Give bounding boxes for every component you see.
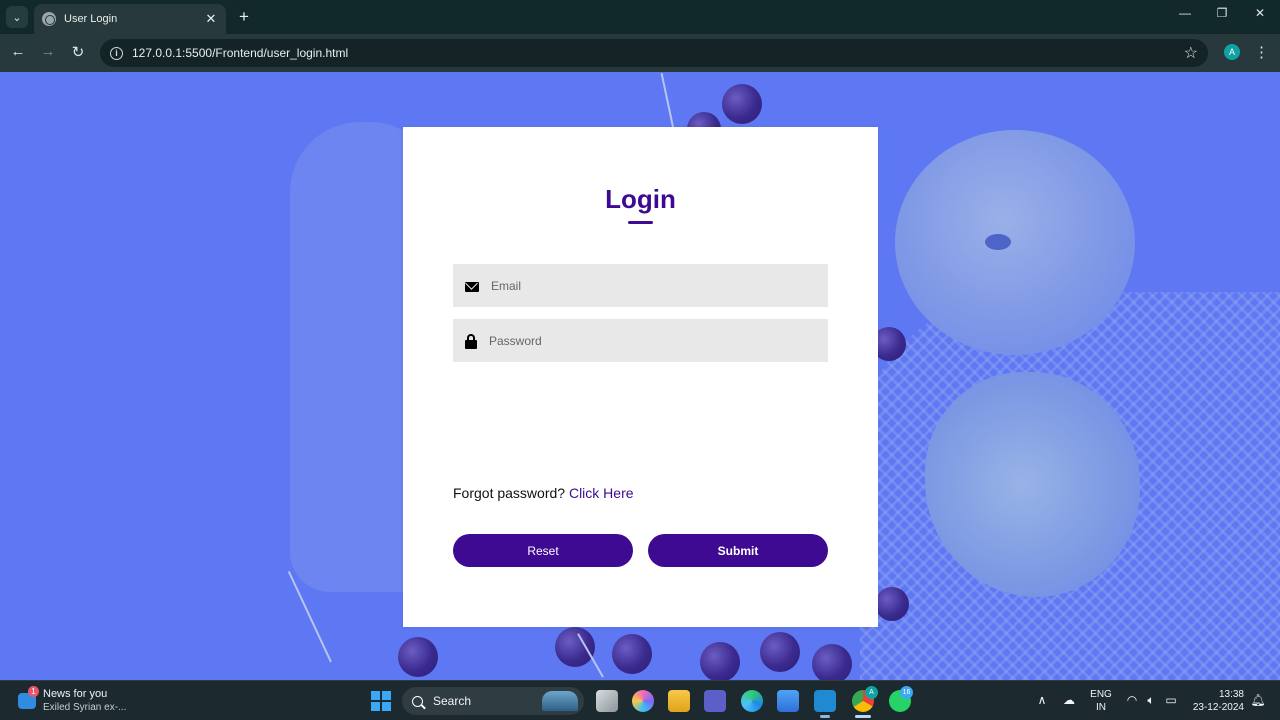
vscode-icon[interactable]	[814, 690, 836, 712]
browser-menu-icon[interactable]: ⋮	[1254, 43, 1269, 61]
globe-icon	[42, 12, 56, 26]
clock-date: 23-12-2024	[1192, 702, 1244, 713]
wifi-icon[interactable]: ◠	[1124, 693, 1140, 707]
background-cherry	[555, 627, 595, 667]
microsoft-store-icon[interactable]	[777, 690, 799, 712]
close-window-icon[interactable]: ✕	[1250, 6, 1270, 20]
address-bar[interactable]: i 127.0.0.1:5500/Frontend/user_login.htm…	[100, 39, 1208, 67]
onedrive-icon[interactable]: ☁	[1061, 693, 1077, 707]
forgot-password-text: Forgot password?	[453, 485, 566, 501]
news-badge: 1	[28, 686, 39, 697]
search-label: Search	[433, 694, 472, 708]
system-clock[interactable]: 13:38 23-12-2024	[1192, 688, 1244, 714]
background-cherry	[612, 634, 652, 674]
minimize-window-icon[interactable]: —	[1175, 6, 1195, 20]
chrome-active-indicator	[855, 715, 871, 718]
background-cherry	[722, 84, 762, 124]
notification-bell-icon[interactable]: 🔔︎	[1250, 693, 1266, 707]
envelope-icon	[465, 281, 479, 292]
forgot-password-link[interactable]: Click Here	[569, 485, 634, 501]
taskbar-search-box[interactable]: Search	[402, 687, 584, 715]
profile-avatar[interactable]: A	[1224, 44, 1240, 60]
region-code: IN	[1096, 702, 1106, 713]
background-apple	[925, 372, 1140, 597]
login-card: Login Forgot password? Click Here Reset …	[403, 127, 878, 627]
background-apple-stem	[985, 234, 1011, 250]
reload-icon[interactable]: ↻	[68, 43, 88, 61]
page-background: Login Forgot password? Click Here Reset …	[0, 72, 1280, 680]
restore-window-icon[interactable]: ❐	[1212, 6, 1232, 20]
reset-button[interactable]: Reset	[453, 534, 633, 567]
background-cherry	[875, 587, 909, 621]
taskbar: 1 News for you Exiled Syrian ex-... Sear…	[0, 680, 1280, 720]
lock-icon	[465, 333, 477, 349]
background-cherry	[700, 642, 740, 680]
bookmark-star-icon[interactable]: ☆	[1184, 43, 1198, 63]
password-field[interactable]	[453, 319, 828, 362]
language-indicator[interactable]: ENG IN	[1090, 688, 1112, 714]
windows-start-icon[interactable]	[371, 691, 391, 711]
close-tab-icon[interactable]: ✕	[204, 11, 218, 27]
volume-icon[interactable]: 🔈︎	[1143, 693, 1159, 707]
site-info-icon[interactable]: i	[110, 46, 123, 60]
email-field[interactable]	[453, 264, 828, 307]
forward-arrow-icon[interactable]: →	[38, 43, 58, 60]
news-widget-title[interactable]: News for you	[43, 688, 107, 700]
url-text: 127.0.0.1:5500/Frontend/user_login.html	[132, 46, 349, 60]
vscode-running-indicator	[820, 715, 830, 718]
background-cherry	[760, 632, 800, 672]
back-arrow-icon[interactable]: ←	[8, 43, 28, 60]
clock-time: 13:38	[1218, 689, 1244, 700]
battery-icon[interactable]: ▭	[1163, 693, 1179, 707]
copilot-icon[interactable]	[632, 690, 654, 712]
submit-button[interactable]: Submit	[648, 534, 828, 567]
teams-icon[interactable]	[704, 690, 726, 712]
forgot-password-row: Forgot password? Click Here	[453, 485, 634, 501]
background-cherry-stem	[660, 72, 674, 128]
background-cherry	[812, 644, 852, 680]
title-underline	[628, 221, 653, 224]
login-title: Login	[605, 184, 676, 214]
tab-search-menu-button[interactable]: ⌄	[6, 6, 28, 28]
language-code: ENG	[1090, 689, 1112, 700]
search-icon	[412, 695, 423, 707]
tab-strip: ⌄ User Login ✕ + — ❐ ✕	[0, 0, 1280, 34]
search-highlight-art	[542, 691, 578, 711]
task-view-icon[interactable]	[596, 690, 618, 712]
news-widget-subtitle[interactable]: Exiled Syrian ex-...	[43, 702, 126, 713]
browser-toolbar: ← → ↻ i 127.0.0.1:5500/Frontend/user_log…	[0, 34, 1280, 72]
edge-icon[interactable]	[741, 690, 763, 712]
file-explorer-icon[interactable]	[668, 690, 690, 712]
chrome-profile-badge: A	[865, 686, 878, 699]
whatsapp-badge: 16	[900, 686, 913, 699]
tab-title: User Login	[64, 13, 118, 25]
new-tab-button[interactable]: +	[234, 7, 254, 27]
background-apple	[895, 130, 1135, 355]
background-cherry	[398, 637, 438, 677]
show-hidden-icons-chevron-icon[interactable]: ∧	[1034, 693, 1050, 707]
tab-user-login[interactable]: User Login ✕	[34, 4, 226, 34]
email-input[interactable]	[491, 278, 791, 293]
password-input[interactable]	[489, 333, 789, 348]
